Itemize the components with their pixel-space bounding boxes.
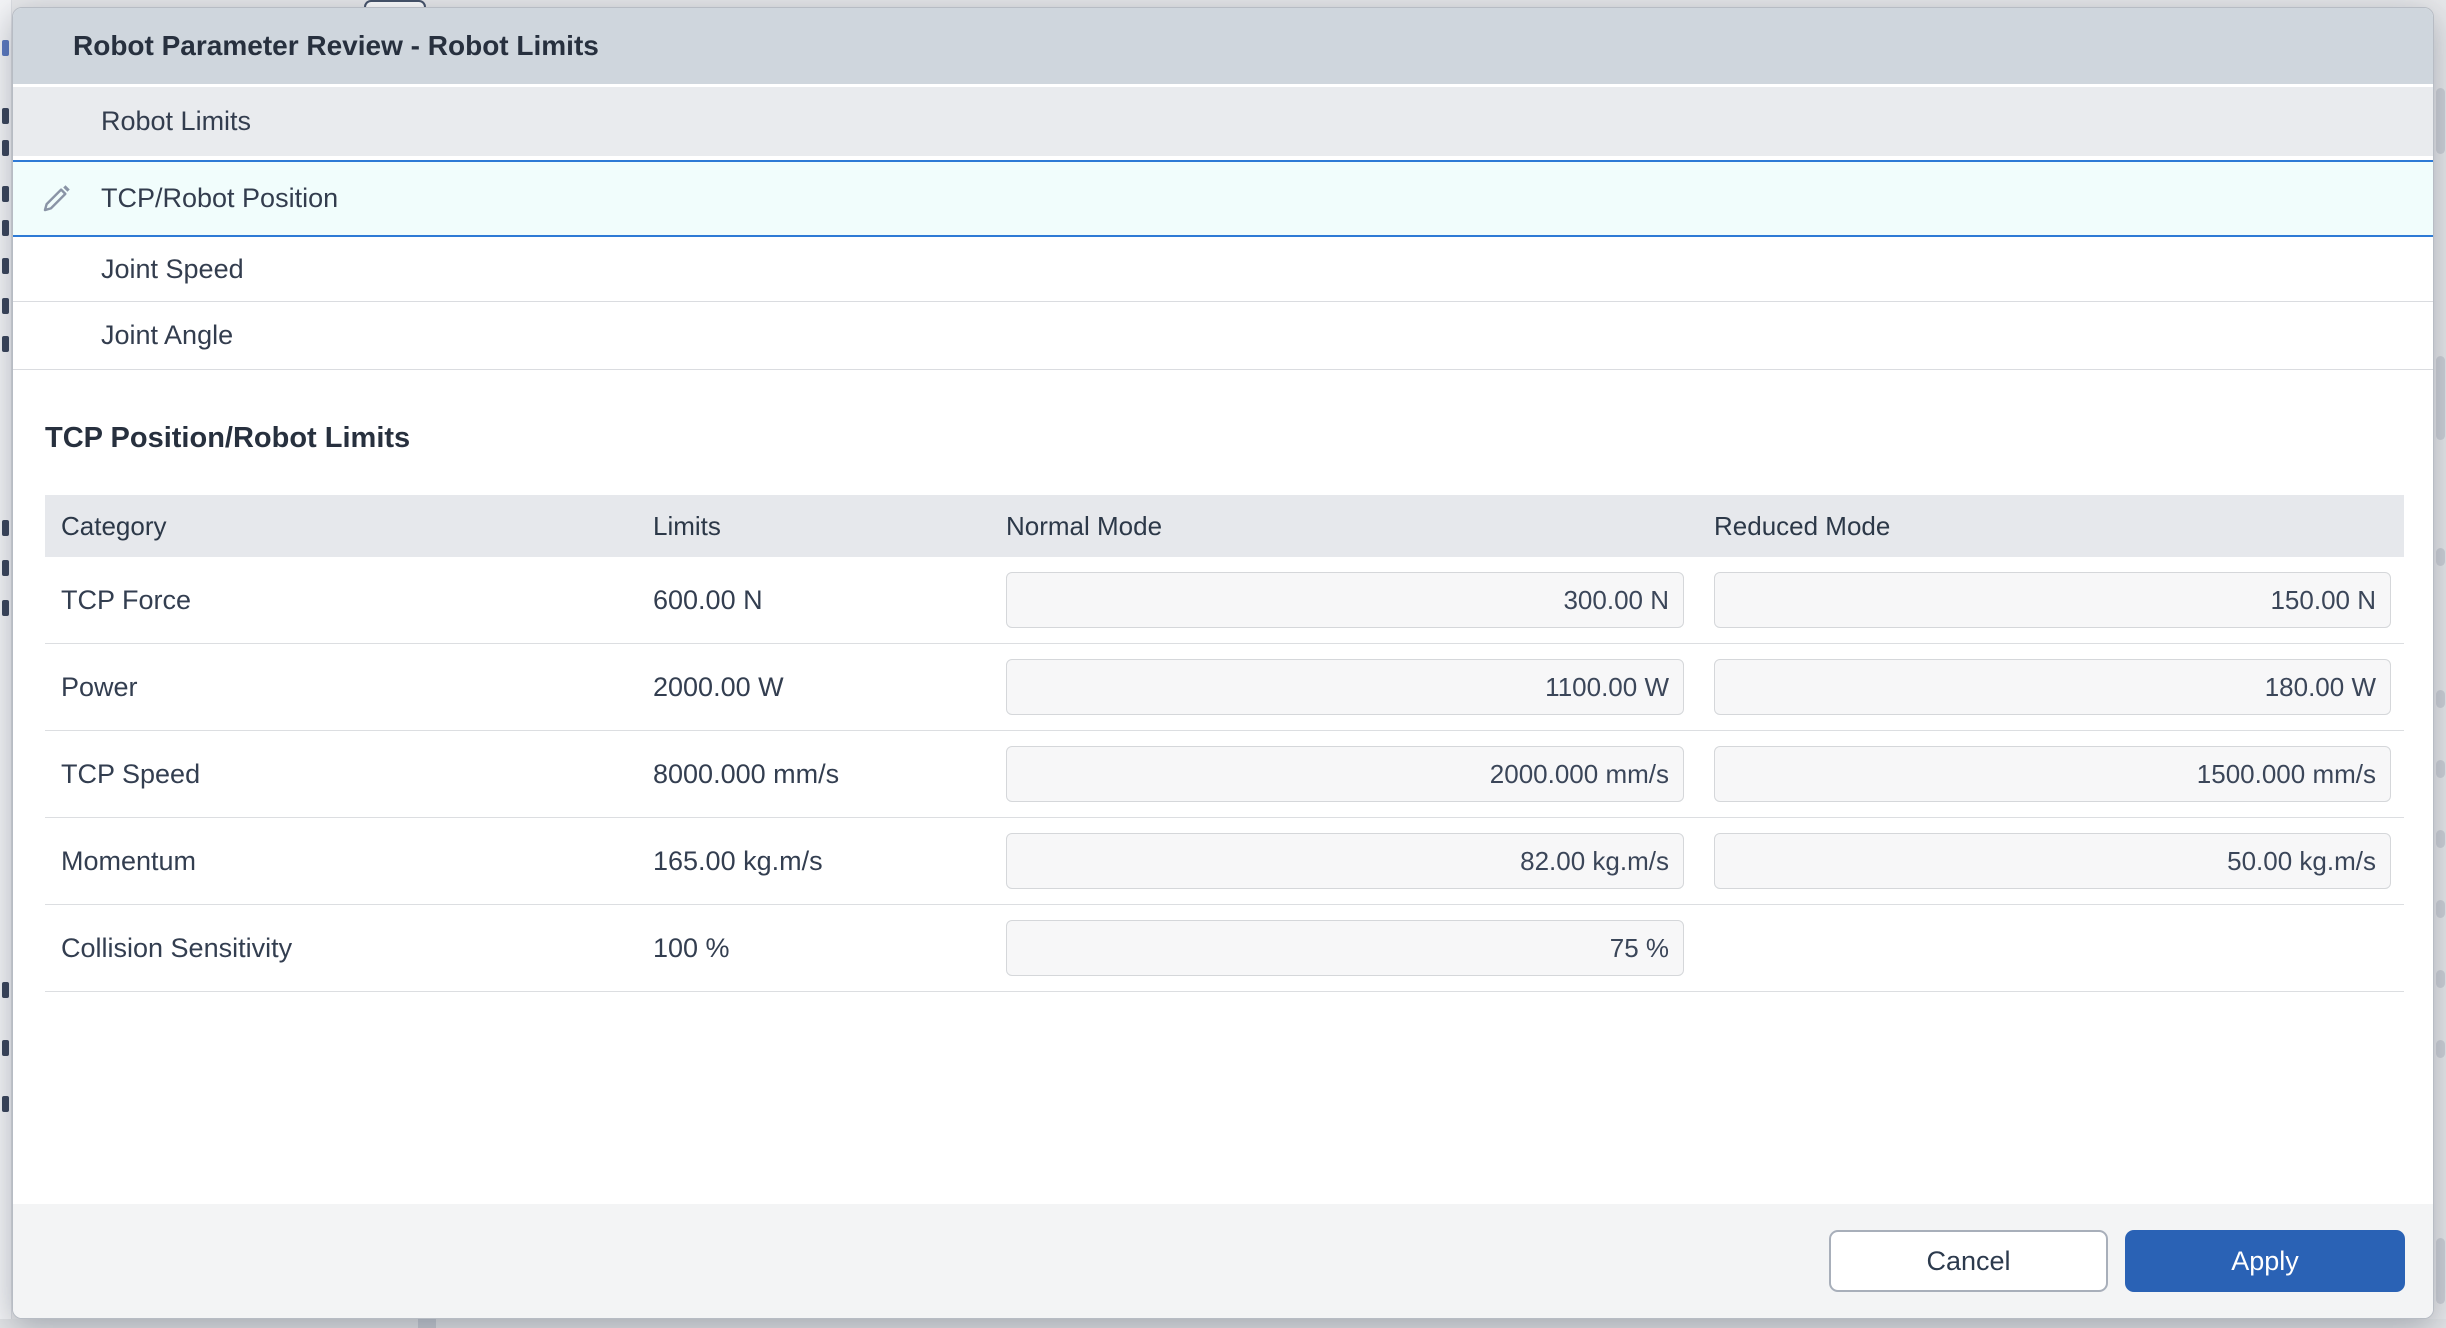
row-limit: 165.00 kg.m/s [637,846,992,877]
nav-item-label: TCP/Robot Position [101,183,338,214]
background-fragment [2436,88,2445,154]
background-fragment [2,1040,9,1056]
nav-item-tcp-robot-position[interactable]: TCP/Robot Position [13,160,2433,237]
background-right-strip [2434,0,2446,1328]
background-bottom-strip [0,1319,2446,1328]
row-limit: 8000.000 mm/s [637,759,992,790]
background-fragment [2,560,9,576]
nav-item-label: Robot Limits [101,106,251,137]
column-header-normal-mode: Normal Mode [992,511,1702,542]
background-fragment [2436,760,2445,778]
background-fragment [2,108,9,124]
row-category: Momentum [45,846,637,877]
limits-table: Category Limits Normal Mode Reduced Mode… [45,495,2404,992]
background-tab-fragment [364,0,426,7]
table-row: TCP Force 600.00 N [45,557,2404,644]
normal-mode-input[interactable] [1006,746,1684,802]
dialog-content: TCP Position/Robot Limits Category Limit… [13,370,2433,1204]
row-limit: 100 % [637,933,992,964]
background-fragment [2,1096,9,1112]
background-fragment [2,520,9,536]
column-header-reduced-mode: Reduced Mode [1702,511,2404,542]
background-fragment [2,982,9,998]
table-row: Collision Sensitivity 100 % [45,905,2404,992]
row-limit: 600.00 N [637,585,992,616]
nav-item-robot-limits[interactable]: Robot Limits [13,87,2433,156]
background-fragment [2,258,9,274]
background-fragment [2,40,9,56]
background-fragment [2436,356,2445,440]
reduced-mode-input[interactable] [1714,659,2391,715]
dialog-title: Robot Parameter Review - Robot Limits [73,30,599,62]
table-row: Power 2000.00 W [45,644,2404,731]
normal-mode-input[interactable] [1006,920,1684,976]
background-fragment [2436,1238,2445,1304]
row-category: Power [45,672,637,703]
background-fragment [2436,1040,2445,1058]
dialog-titlebar: Robot Parameter Review - Robot Limits [13,8,2433,84]
background-fragment [2,298,9,314]
column-header-category: Category [45,511,637,542]
background-left-strip [0,0,12,1328]
reduced-mode-input[interactable] [1714,746,2391,802]
background-divider [418,1319,436,1328]
table-row: TCP Speed 8000.000 mm/s [45,731,2404,818]
nav-item-joint-angle[interactable]: Joint Angle [13,302,2433,370]
normal-mode-input[interactable] [1006,833,1684,889]
background-fragment [2,336,9,352]
table-row: Momentum 165.00 kg.m/s [45,818,2404,905]
reduced-mode-input[interactable] [1714,572,2391,628]
row-category: TCP Speed [45,759,637,790]
normal-mode-input[interactable] [1006,659,1684,715]
background-fragment [2436,970,2445,988]
robot-parameter-dialog: Robot Parameter Review - Robot Limits Ro… [12,7,2434,1319]
background-fragment [2,220,9,236]
background-fragment [2436,548,2445,566]
cancel-button[interactable]: Cancel [1829,1230,2108,1292]
nav-item-label: Joint Angle [101,320,233,351]
row-category: TCP Force [45,585,637,616]
background-fragment [2436,830,2445,848]
pencil-icon [36,179,76,219]
column-header-limits: Limits [637,511,992,542]
background-fragment [2436,900,2445,918]
normal-mode-input[interactable] [1006,572,1684,628]
row-category: Collision Sensitivity [45,933,637,964]
row-limit: 2000.00 W [637,672,992,703]
background-fragment [2,600,9,616]
apply-button[interactable]: Apply [2125,1230,2405,1292]
background-fragment [2,140,9,156]
background-fragment [2436,690,2445,708]
section-title: TCP Position/Robot Limits [45,422,2402,455]
reduced-mode-input[interactable] [1714,833,2391,889]
background-fragment [2,186,9,202]
nav-item-label: Joint Speed [101,254,244,285]
table-header-row: Category Limits Normal Mode Reduced Mode [45,495,2404,557]
screen: Robot Parameter Review - Robot Limits Ro… [0,0,2446,1328]
nav-item-joint-speed[interactable]: Joint Speed [13,237,2433,302]
dialog-footer: Cancel Apply [13,1204,2433,1318]
